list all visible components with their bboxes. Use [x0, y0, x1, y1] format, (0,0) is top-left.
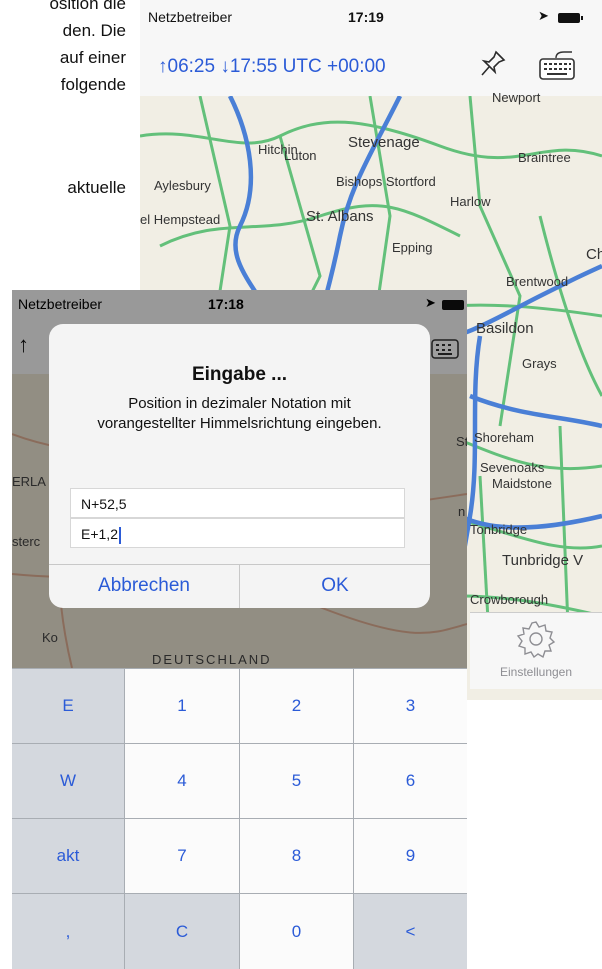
keyboard-icon[interactable]: [538, 48, 576, 82]
map-label: St. Albans: [306, 208, 374, 225]
battery-icon: [558, 13, 583, 23]
map-label: Sevenoaks: [480, 460, 545, 475]
key-backspace[interactable]: <: [354, 894, 467, 969]
key-4[interactable]: 4: [125, 744, 239, 818]
key-3[interactable]: 3: [354, 669, 467, 743]
map-label: Maidstone: [492, 476, 552, 491]
carrier-label: Netzbetreiber: [148, 9, 233, 25]
map-label: Brentwood: [506, 274, 569, 289]
status-bar: Netzbetreiber 17:19 ➤: [140, 0, 602, 34]
key-6[interactable]: 6: [354, 744, 467, 818]
status-time: 17:19: [348, 9, 384, 25]
gear-icon: [516, 621, 556, 659]
nav-bar: ↑06:25 ↓17:55 UTC +00:00: [140, 34, 602, 97]
map-label: Braintree: [518, 150, 571, 165]
map-label: Harlow: [450, 194, 491, 209]
map-label: Tonbridge: [470, 522, 528, 537]
key-clear[interactable]: C: [125, 894, 239, 969]
map-label: el Hempstead: [140, 212, 221, 227]
key-0[interactable]: 0: [240, 894, 353, 969]
text-caret: [118, 526, 121, 544]
key-5[interactable]: 5: [240, 744, 353, 818]
key-comma[interactable]: ,: [12, 894, 124, 969]
map-label: Basildon: [476, 320, 534, 337]
cancel-button[interactable]: Abbrechen: [49, 564, 239, 608]
key-akt[interactable]: akt: [12, 819, 124, 893]
sun-times-label: ↑06:25 ↓17:55 UTC +00:00: [158, 56, 386, 77]
key-1[interactable]: 1: [125, 669, 239, 743]
map-label: Grays: [522, 356, 557, 371]
latitude-input[interactable]: N+52,5: [70, 488, 405, 518]
longitude-value: E+1,2: [81, 526, 118, 542]
map-label: Crowborough: [470, 592, 549, 607]
map-label: Newport: [492, 90, 541, 105]
map-label: Luton: [284, 148, 317, 163]
doc-line: folgende: [60, 75, 126, 94]
tab-bar: Einstellungen: [470, 612, 602, 689]
location-arrow-icon: ➤: [538, 8, 549, 23]
tab-label: Einstellungen: [499, 665, 573, 679]
map-label: Bishops Stortford: [336, 174, 436, 189]
doc-line: auf einer: [59, 48, 126, 67]
pin-icon[interactable]: [480, 50, 506, 78]
map-label: Shoreham: [474, 430, 534, 445]
longitude-input[interactable]: E+1,2: [70, 518, 405, 548]
ok-button[interactable]: OK: [240, 564, 430, 608]
key-2[interactable]: 2: [240, 669, 353, 743]
map-label: Stevenage: [348, 134, 420, 151]
map-label: Tunbridge V: [502, 552, 584, 569]
alert-message: Position in dezimaler Notation mit voran…: [97, 395, 382, 432]
key-7[interactable]: 7: [125, 819, 239, 893]
doc-line: aktuelle: [67, 178, 126, 197]
map-label: Ch: [586, 246, 602, 263]
key-w[interactable]: W: [12, 744, 124, 818]
key-9[interactable]: 9: [354, 819, 467, 893]
front-screenshot: Netzbetreiber 17:18 ➤ ↑ ERLA sterc N Ko …: [12, 290, 467, 969]
key-8[interactable]: 8: [240, 819, 353, 893]
keypad: E 1 2 3 W 4 5 6 akt 7 8 9 , C 0 <: [12, 668, 467, 969]
map-label: Epping: [392, 240, 433, 255]
doc-line: den. Die: [62, 21, 126, 40]
latitude-value: N+52,5: [81, 496, 127, 512]
doc-line: osition die: [49, 0, 126, 13]
alert-title: Eingabe ...: [191, 364, 288, 385]
alert-dialog: Eingabe ... Position in dezimaler Notati…: [49, 324, 430, 608]
key-e[interactable]: E: [12, 669, 124, 743]
map-label: Aylesbury: [154, 178, 211, 193]
